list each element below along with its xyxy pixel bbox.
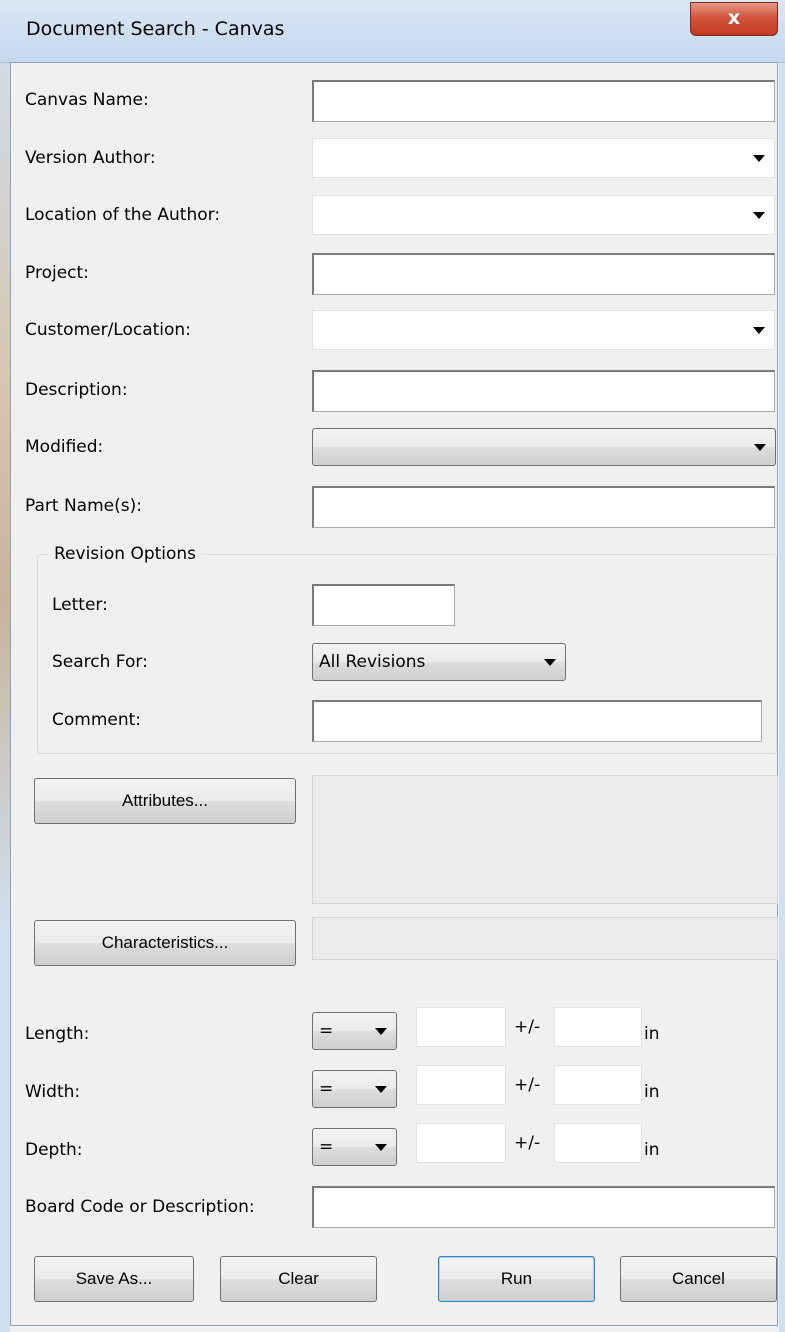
attributes-panel	[312, 775, 778, 904]
project-label: Project:	[25, 263, 89, 283]
chevron-down-icon[interactable]	[544, 659, 556, 666]
width-value-input[interactable]	[416, 1065, 506, 1105]
length-tolerance-sign: +/-	[514, 1017, 541, 1037]
chevron-down-icon[interactable]	[375, 1086, 387, 1093]
customer-location-combo[interactable]	[312, 310, 775, 350]
depth-value-input[interactable]	[416, 1123, 506, 1163]
characteristics-panel	[312, 917, 778, 960]
location-author-label: Location of the Author:	[25, 205, 221, 225]
chevron-down-icon[interactable]	[753, 212, 765, 219]
characteristics-button[interactable]: Characteristics...	[34, 920, 296, 966]
modified-label: Modified:	[25, 437, 104, 457]
canvas-name-input[interactable]	[312, 80, 775, 122]
depth-unit: in	[644, 1140, 660, 1160]
depth-label: Depth:	[25, 1140, 83, 1160]
part-names-label: Part Name(s):	[25, 496, 142, 516]
search-for-value: All Revisions	[319, 652, 426, 672]
length-operator-value: =	[319, 1021, 334, 1041]
search-for-label: Search For:	[52, 652, 148, 672]
run-button[interactable]: Run	[438, 1256, 595, 1302]
width-operator-dropdown[interactable]: =	[312, 1070, 397, 1108]
save-as-button[interactable]: Save As...	[34, 1256, 194, 1302]
board-code-input[interactable]	[312, 1186, 775, 1228]
comment-input[interactable]	[312, 700, 762, 742]
board-code-label: Board Code or Description:	[25, 1197, 255, 1217]
close-icon: x	[727, 7, 741, 29]
width-label: Width:	[25, 1082, 81, 1102]
part-names-input[interactable]	[312, 486, 775, 528]
location-author-combo[interactable]	[312, 195, 775, 235]
letter-label: Letter:	[52, 595, 108, 615]
chevron-down-icon[interactable]	[375, 1144, 387, 1151]
depth-operator-dropdown[interactable]: =	[312, 1128, 397, 1166]
width-unit: in	[644, 1082, 660, 1102]
depth-operator-value: =	[319, 1137, 334, 1157]
search-for-dropdown[interactable]: All Revisions	[312, 643, 566, 681]
modified-dropdown[interactable]	[312, 428, 776, 466]
width-tolerance-sign: +/-	[514, 1075, 541, 1095]
chevron-down-icon[interactable]	[754, 444, 766, 451]
cancel-button[interactable]: Cancel	[620, 1256, 777, 1302]
attributes-button[interactable]: Attributes...	[34, 778, 296, 824]
description-input[interactable]	[312, 370, 775, 412]
depth-tolerance-sign: +/-	[514, 1133, 541, 1153]
letter-input[interactable]	[312, 584, 455, 626]
window-frame-right	[779, 0, 785, 1332]
chevron-down-icon[interactable]	[375, 1028, 387, 1035]
depth-tolerance-input[interactable]	[554, 1123, 642, 1163]
project-input[interactable]	[312, 253, 775, 295]
clear-button[interactable]: Clear	[220, 1256, 377, 1302]
window-title: Document Search - Canvas	[26, 18, 285, 40]
length-unit: in	[644, 1024, 660, 1044]
close-button[interactable]: x	[690, 2, 778, 36]
chevron-down-icon[interactable]	[753, 155, 765, 162]
chevron-down-icon[interactable]	[753, 327, 765, 334]
width-tolerance-input[interactable]	[554, 1065, 642, 1105]
customer-location-label: Customer/Location:	[25, 320, 191, 340]
length-label: Length:	[25, 1024, 90, 1044]
comment-label: Comment:	[52, 710, 142, 730]
version-author-label: Version Author:	[25, 148, 156, 168]
length-value-input[interactable]	[416, 1007, 506, 1047]
version-author-combo[interactable]	[312, 138, 775, 178]
canvas-name-label: Canvas Name:	[25, 90, 149, 110]
window-frame-left	[0, 0, 10, 1332]
title-bar[interactable]: Document Search - Canvas x	[0, 0, 785, 63]
revision-options-title: Revision Options	[48, 544, 203, 564]
description-label: Description:	[25, 380, 128, 400]
length-operator-dropdown[interactable]: =	[312, 1012, 397, 1050]
width-operator-value: =	[319, 1079, 334, 1099]
length-tolerance-input[interactable]	[554, 1007, 642, 1047]
